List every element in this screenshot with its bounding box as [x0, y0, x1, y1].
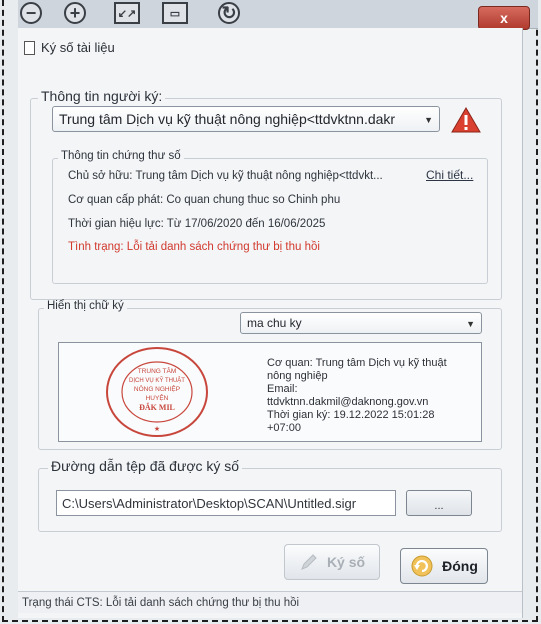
dialog-title-text: Ký số tài liệu [41, 40, 115, 55]
signature-email-label: Email: [267, 383, 298, 395]
signature-org-line1: Cơ quan: Trung tâm Dịch vụ kỹ thuật [267, 357, 447, 369]
rotate-icon[interactable]: ↻ [218, 2, 240, 24]
stamp-line-4: HUYỆN [146, 393, 169, 402]
stamp-line-5: ĐẮK MIL [139, 402, 175, 412]
signature-time-line2: +07:00 [267, 422, 301, 434]
certificate-info-label: Thông tin chứng thư số [58, 150, 184, 162]
details-link[interactable]: Chi tiết... [426, 168, 473, 182]
undo-arrow-icon [411, 555, 433, 577]
output-path-label: Đường dẫn tệp đã được ký số [48, 458, 243, 474]
signature-time-line1: Thời gian ký: 19.12.2022 15:01:28 [267, 409, 435, 421]
signature-style-select[interactable]: ma chu ky ▼ [240, 312, 482, 334]
sign-document-dialog: Ký số tài liệu Thông tin người ký: Trung… [18, 28, 523, 618]
certificate-validity: Thời gian hiệu lực: Từ 17/06/2020 đến 16… [68, 218, 326, 230]
browse-button-label: ... [434, 500, 444, 512]
sign-button[interactable]: Ký số [284, 544, 380, 580]
output-path-value: C:\Users\Administrator\Desktop\SCAN\Unti… [62, 495, 357, 511]
browse-button[interactable]: ... [406, 490, 472, 516]
signature-email: ttdvktnn.dakmil@daknong.gov.vn [267, 396, 429, 408]
document-icon [24, 40, 35, 55]
signature-style-value: ma chu ky [247, 316, 302, 330]
signature-org-line2: nông nghiệp [267, 370, 328, 382]
svg-text:★: ★ [154, 425, 160, 433]
zoom-out-icon[interactable]: − [20, 2, 42, 24]
pen-icon [301, 554, 317, 570]
stamp-line-1: TRUNG TÂM [138, 366, 177, 375]
output-path-input[interactable]: C:\Users\Administrator\Desktop\SCAN\Unti… [56, 490, 396, 516]
stamp-line-2: DỊCH VỤ KỸ THUẬT [129, 377, 185, 384]
signer-select-value: Trung tâm Dịch vụ kỹ thuật nông nghiệp<t… [59, 111, 396, 127]
zoom-in-icon[interactable]: + [64, 2, 86, 24]
status-bar-text: Trạng thái CTS: Lỗi tải danh sách chứng … [22, 596, 300, 609]
chevron-down-icon: ▼ [424, 115, 433, 125]
warning-icon [451, 107, 481, 133]
page-view-icon[interactable]: ▭ [162, 2, 188, 24]
signature-preview: TRUNG TÂM DỊCH VỤ KỸ THUẬT NÔNG NGHIỆP H… [58, 342, 482, 442]
chevron-down-icon: ▼ [466, 319, 475, 329]
signature-display-label: Hiển thị chữ ký [44, 300, 127, 312]
signer-info-label: Thông tin người ký: [38, 88, 166, 104]
sign-button-label: Ký số [326, 554, 366, 570]
official-stamp-seal: TRUNG TÂM DỊCH VỤ KỸ THUẬT NÔNG NGHIỆP H… [106, 347, 208, 437]
close-window-button[interactable]: x [478, 6, 530, 30]
certificate-owner: Chủ sở hữu: Trung tâm Dịch vụ kỹ thuật n… [68, 170, 383, 182]
status-bar: Trạng thái CTS: Lỗi tải danh sách chứng … [18, 591, 522, 613]
signer-select[interactable]: Trung tâm Dịch vụ kỹ thuật nông nghiệp<t… [52, 106, 440, 132]
toolbar: − + ↙↗ ▭ ↻ x [18, 0, 538, 30]
fit-page-icon[interactable]: ↙↗ [114, 2, 140, 24]
dialog-title: Ký số tài liệu [24, 40, 115, 55]
certificate-issuer: Cơ quan cấp phát: Co quan chung thuc so … [68, 194, 341, 206]
stamp-line-3: NÔNG NGHIỆP [134, 384, 180, 393]
certificate-status: Tình trạng: Lỗi tải danh sách chứng thư … [68, 241, 320, 253]
close-button-label: Đóng [442, 558, 478, 574]
close-button[interactable]: Đóng [400, 548, 488, 584]
